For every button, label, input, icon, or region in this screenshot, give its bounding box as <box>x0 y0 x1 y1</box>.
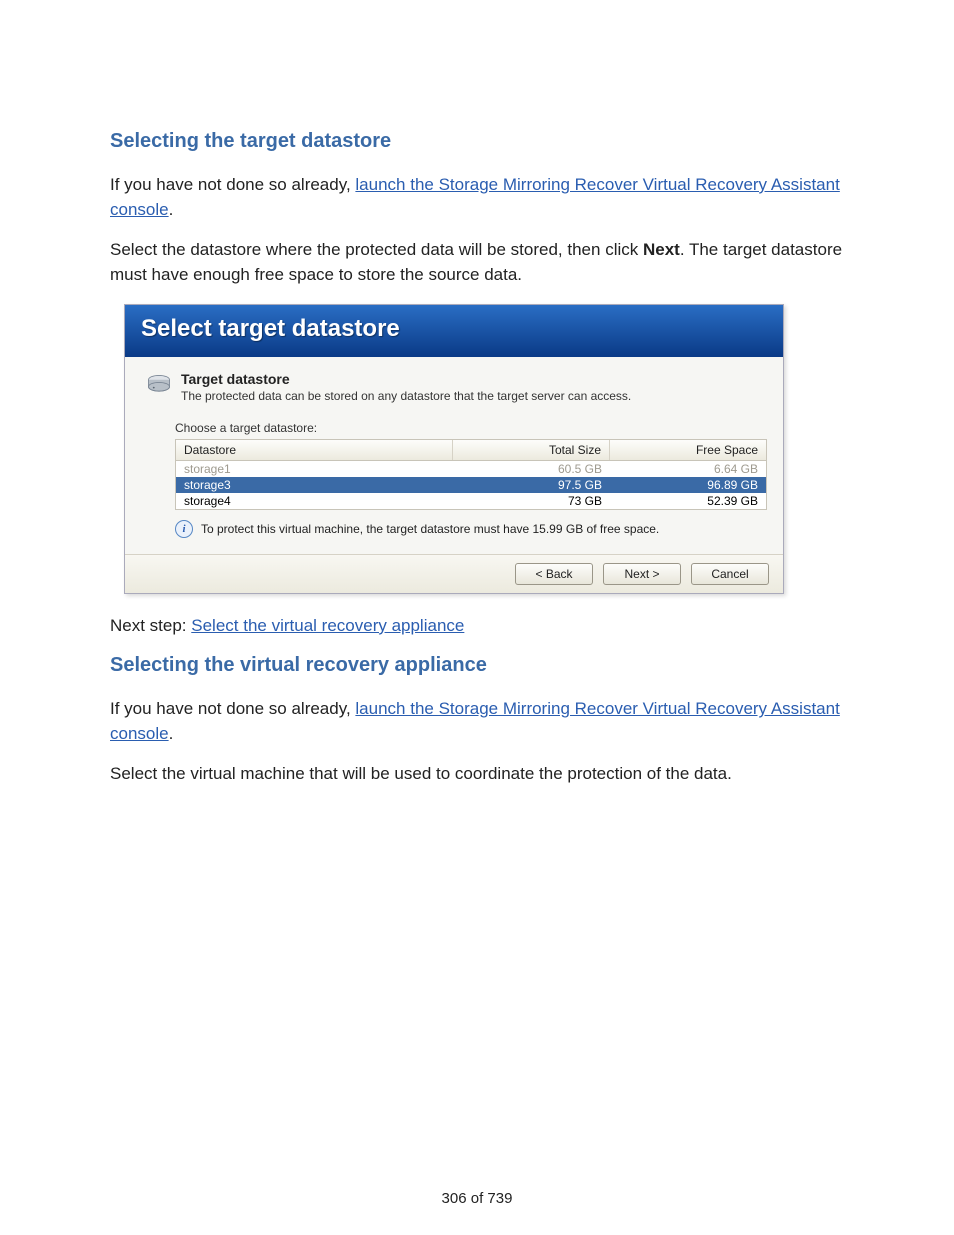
text: . <box>169 724 174 743</box>
next-button[interactable]: Next > <box>603 563 681 585</box>
info-icon: i <box>175 520 193 538</box>
col-datastore[interactable]: Datastore <box>176 440 453 460</box>
cell-free: 96.89 GB <box>610 477 766 493</box>
cell-free: 6.64 GB <box>610 461 766 477</box>
paragraph: If you have not done so already, launch … <box>110 697 844 746</box>
dialog-title: Select target datastore <box>125 305 783 357</box>
next-step-link[interactable]: Select the virtual recovery appliance <box>191 616 464 635</box>
section-title-vra: Selecting the virtual recovery appliance <box>110 654 844 677</box>
col-total-size[interactable]: Total Size <box>453 440 610 460</box>
next-bold: Next <box>643 240 680 259</box>
col-free-space[interactable]: Free Space <box>610 440 766 460</box>
cell-size: 97.5 GB <box>454 477 610 493</box>
cell-name: storage4 <box>176 493 454 509</box>
table-row: storage1 60.5 GB 6.64 GB <box>176 461 766 477</box>
table-row[interactable]: storage3 97.5 GB 96.89 GB <box>176 477 766 493</box>
info-text: To protect this virtual machine, the tar… <box>201 522 659 536</box>
select-target-datastore-dialog: Select target datastore Target datastore… <box>124 304 784 594</box>
cell-size: 73 GB <box>454 493 610 509</box>
paragraph: If you have not done so already, launch … <box>110 173 844 222</box>
table-row[interactable]: storage4 73 GB 52.39 GB <box>176 493 766 509</box>
panel-subtitle: The protected data can be stored on any … <box>181 389 631 403</box>
table-header: Datastore Total Size Free Space <box>176 440 766 461</box>
choose-datastore-label: Choose a target datastore: <box>175 421 763 435</box>
drive-icon <box>145 371 173 399</box>
cell-size: 60.5 GB <box>454 461 610 477</box>
dialog-footer: < Back Next > Cancel <box>125 554 783 593</box>
cell-free: 52.39 GB <box>610 493 766 509</box>
paragraph: Select the datastore where the protected… <box>110 238 844 287</box>
text: If you have not done so already, <box>110 699 355 718</box>
datastore-table[interactable]: Datastore Total Size Free Space storage1… <box>175 439 767 510</box>
cell-name: storage1 <box>176 461 454 477</box>
text: If you have not done so already, <box>110 175 355 194</box>
text: . <box>169 200 174 219</box>
page-number: 306 of 739 <box>0 1190 954 1207</box>
back-button[interactable]: < Back <box>515 563 593 585</box>
paragraph: Select the virtual machine that will be … <box>110 762 844 787</box>
text: Select the datastore where the protected… <box>110 240 643 259</box>
section-title-datastore: Selecting the target datastore <box>110 130 844 153</box>
cancel-button[interactable]: Cancel <box>691 563 769 585</box>
panel-title: Target datastore <box>181 371 631 387</box>
next-step-line: Next step: Select the virtual recovery a… <box>110 614 844 639</box>
dialog-body: Target datastore The protected data can … <box>125 357 783 554</box>
text: Next step: <box>110 616 191 635</box>
cell-name: storage3 <box>176 477 454 493</box>
info-message: i To protect this virtual machine, the t… <box>175 520 763 538</box>
